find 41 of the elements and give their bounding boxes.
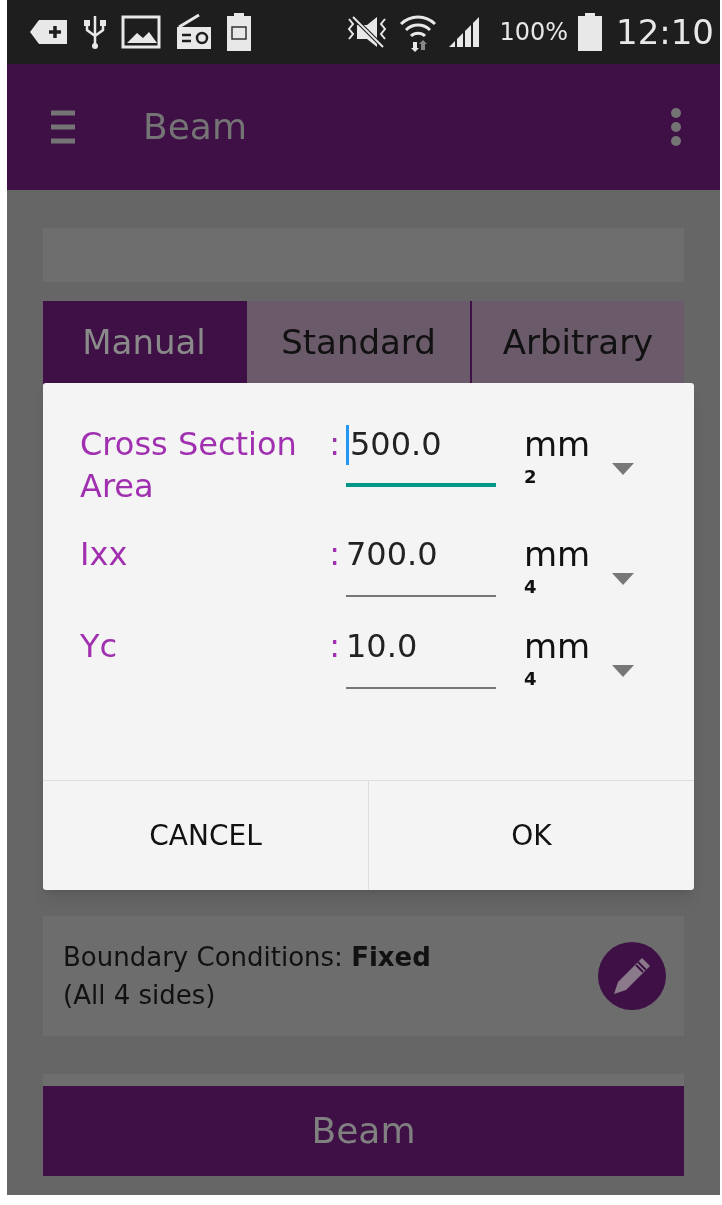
unit-text: mm — [524, 625, 592, 667]
battery-percent: 100% — [499, 17, 568, 48]
add-notification-icon — [29, 17, 69, 47]
unit-exponent: 4 — [524, 575, 538, 599]
clock: 12:10 — [616, 10, 714, 54]
app-title: Beam — [143, 105, 247, 149]
colon: : — [328, 626, 341, 667]
battery-icon — [227, 13, 251, 51]
signal-icon — [447, 15, 482, 49]
pencil-icon — [612, 956, 652, 996]
field-value: 500.0 — [350, 424, 442, 465]
dialog-button[interactable]: OK — [368, 781, 694, 890]
unit-exponent: 2 — [524, 465, 538, 489]
tab[interactable]: Manual — [43, 301, 245, 384]
battery-icon — [578, 13, 602, 51]
unit-text: mm — [524, 423, 592, 465]
value-field[interactable]: 500.0 — [346, 423, 496, 487]
field-value: 700.0 — [346, 534, 438, 575]
menu-icon[interactable] — [51, 110, 75, 144]
dropdown-caret-icon[interactable] — [612, 463, 634, 475]
radio-icon — [175, 13, 213, 51]
field-value: 10.0 — [346, 626, 418, 667]
usb-icon — [83, 14, 107, 50]
beam-button[interactable]: Beam — [43, 1086, 684, 1176]
colon: : — [328, 534, 341, 575]
image-icon — [121, 15, 161, 49]
value-field[interactable]: 700.0 — [346, 533, 496, 597]
boundary-conditions-text: Boundary Conditions: Fixed (All 4 sides) — [63, 941, 432, 1012]
wifi-icon — [399, 12, 438, 52]
field-label: Yc — [80, 626, 119, 667]
unit-exponent: 4 — [524, 667, 538, 691]
dropdown-caret-icon[interactable] — [612, 665, 634, 677]
dialog-button[interactable]: CANCEL — [43, 781, 368, 890]
text-cursor — [346, 425, 349, 465]
field-label: Cross Section Area — [80, 424, 298, 507]
colon: : — [328, 424, 341, 465]
value-field[interactable]: 10.0 — [346, 625, 496, 689]
field-label: Ixx — [80, 534, 129, 575]
unit-text: mm — [524, 533, 592, 575]
dropdown-caret-icon[interactable] — [612, 573, 634, 585]
more-options-icon[interactable] — [670, 108, 682, 146]
